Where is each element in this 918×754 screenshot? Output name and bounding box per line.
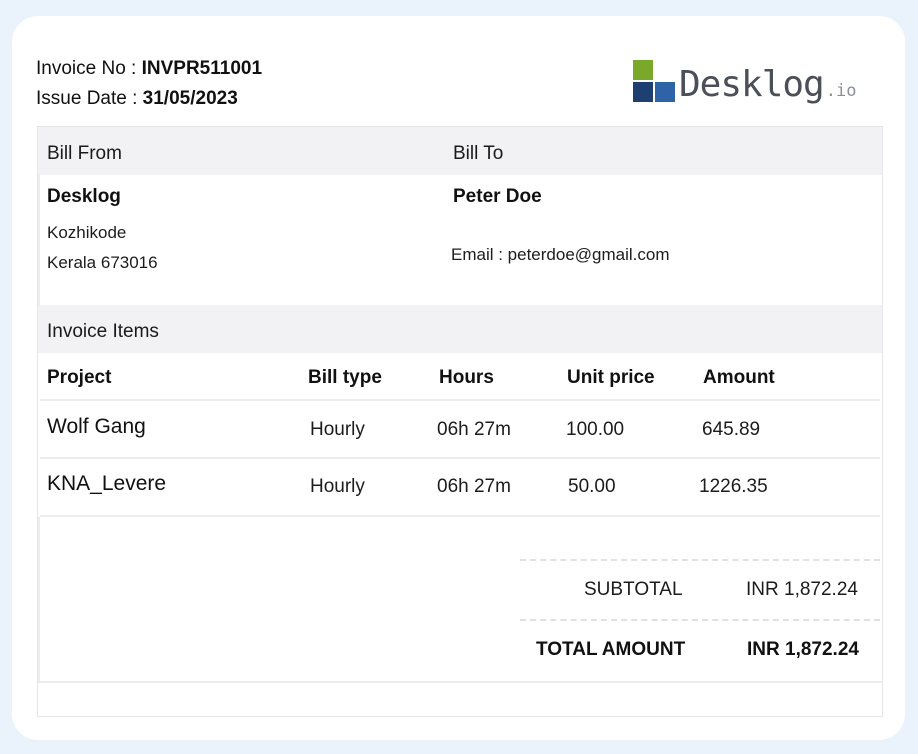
row-bill-type: Hourly: [310, 476, 365, 497]
row-unit-price: 100.00: [566, 419, 625, 440]
row-hours: 06h 27m: [437, 419, 511, 440]
table-row: Wolf Gang Hourly 06h 27m 100.00 645.89: [40, 399, 880, 459]
bill-from-name: Desklog: [47, 186, 121, 207]
desklog-logo: Desklog .io: [633, 58, 873, 108]
col-header-amount: Amount: [703, 367, 775, 388]
total-amount-value: INR 1,872.24: [747, 639, 859, 660]
logo-grid-icon: [633, 60, 675, 102]
total-amount-label: TOTAL AMOUNT: [536, 639, 686, 660]
row-amount: 645.89: [702, 419, 761, 440]
logo-word-text: Desklog: [679, 64, 825, 105]
invoice-number-label: Invoice No :: [36, 58, 142, 79]
row-project: Wolf Gang: [47, 415, 146, 438]
bill-from-city: Kozhikode: [47, 223, 127, 242]
col-header-project: Project: [47, 367, 112, 388]
row-amount: 1226.35: [699, 476, 768, 497]
invoice-number: Invoice No : INVPR511001: [36, 58, 262, 80]
subtotal-value: INR 1,872.24: [746, 579, 858, 600]
invoice-number-value: INVPR511001: [141, 58, 263, 79]
bill-from-state: Kerala 673016: [47, 253, 158, 272]
logo-wordmark: Desklog .io: [679, 64, 856, 105]
subtotal-label: SUBTOTAL: [584, 579, 683, 600]
bill-from-heading: Bill From: [47, 143, 122, 164]
summary-divider: [520, 559, 880, 561]
bill-to-email: Email : peterdoe@gmail.com: [451, 245, 670, 264]
bill-to-heading: Bill To: [453, 143, 504, 164]
logo-suffix-text: .io: [825, 81, 857, 101]
row-unit-price: 50.00: [568, 476, 616, 497]
col-header-hours: Hours: [439, 367, 494, 388]
issue-date-label: Issue Date :: [36, 88, 143, 109]
issue-date-value: 31/05/2023: [142, 88, 238, 109]
summary-divider: [520, 619, 880, 621]
table-row: KNA_Levere Hourly 06h 27m 50.00 1226.35: [40, 457, 880, 517]
issue-date: Issue Date : 31/05/2023: [36, 88, 238, 110]
sheet-footer-line: [38, 681, 882, 683]
row-hours: 06h 27m: [437, 476, 511, 497]
invoice-sheet: Bill From Bill To Desklog Kozhikode Kera…: [37, 126, 883, 717]
logo-square-blue: [655, 82, 675, 102]
row-project: KNA_Levere: [47, 472, 167, 495]
bill-header-band: Bill From Bill To: [38, 127, 882, 175]
col-header-bill-type: Bill type: [308, 367, 382, 388]
bill-to-name: Peter Doe: [453, 186, 542, 207]
logo-square-navy: [633, 82, 653, 102]
invoice-items-heading: Invoice Items: [47, 321, 159, 342]
col-header-unit-price: Unit price: [567, 367, 655, 388]
row-bill-type: Hourly: [310, 419, 365, 440]
logo-square-green: [633, 60, 653, 80]
invoice-items-band: Invoice Items: [38, 305, 882, 353]
